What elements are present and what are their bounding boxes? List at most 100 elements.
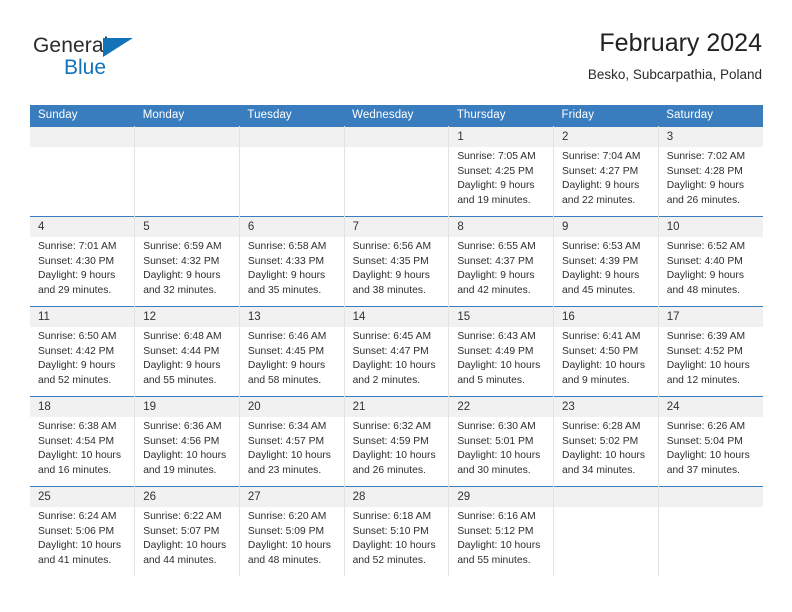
daylight-duration-line2: and 19 minutes.: [143, 464, 217, 476]
sunrise-time: Sunrise: 6:36 AM: [143, 421, 222, 432]
day-cell[interactable]: 2 Sunrise: 7:04 AM Sunset: 4:27 PM Daylight…: [553, 126, 659, 217]
day-number: [554, 487, 658, 507]
day-cell-body: Sunrise: 6:24 AM Sunset: 5:06 PM Daylight:…: [30, 507, 134, 568]
daylight-duration-line1: Daylight: 9 hours: [247, 360, 326, 372]
sunrise-time: Sunrise: 6:56 AM: [352, 241, 432, 252]
day-cell-body: Sunrise: 7:01 AM Sunset: 4:30 PM Daylight:…: [30, 237, 134, 298]
day-cell-body: Sunrise: 6:55 AM Sunset: 4:37 PM Daylight:…: [449, 237, 553, 298]
daylight-duration-line1: Daylight: 10 hours: [352, 540, 436, 552]
day-cell[interactable]: 18 Sunrise: 6:38 AM Sunset: 4:54 PM Dayligh…: [30, 396, 136, 487]
day-cell[interactable]: 5 Sunrise: 6:59 AM Sunset: 4:32 PM Daylight…: [134, 216, 240, 307]
sunset-time: Sunset: 5:02 PM: [562, 435, 639, 447]
day-cell[interactable]: 10 Sunrise: 6:52 AM Sunset: 4:40 PM Dayligh…: [658, 216, 763, 307]
day-cell[interactable]: 27 Sunrise: 6:20 AM Sunset: 5:09 PM Dayligh…: [239, 486, 345, 576]
day-cell[interactable]: 7 Sunrise: 6:56 AM Sunset: 4:35 PM Daylight…: [344, 216, 450, 307]
sunrise-time: Sunrise: 6:52 AM: [666, 241, 746, 252]
day-cell[interactable]: 16 Sunrise: 6:41 AM Sunset: 4:50 PM Dayligh…: [553, 306, 659, 397]
weekday-header-saturday: Saturday: [658, 105, 763, 127]
day-cell-body: [554, 507, 658, 510]
daylight-duration-line1: Daylight: 10 hours: [666, 360, 750, 372]
sunrise-time: Sunrise: 6:18 AM: [352, 511, 432, 522]
day-cell-body: [30, 147, 134, 150]
day-cell[interactable]: 6 Sunrise: 6:58 AM Sunset: 4:33 PM Daylight…: [239, 216, 345, 307]
day-number: 3: [658, 127, 763, 147]
day-cell[interactable]: 4 Sunrise: 7:01 AM Sunset: 4:30 PM Daylight…: [30, 216, 136, 307]
day-cell[interactable]: 28 Sunrise: 6:18 AM Sunset: 5:10 PM Dayligh…: [344, 486, 450, 576]
day-number: 17: [658, 307, 763, 327]
sunset-time: Sunset: 4:45 PM: [247, 345, 325, 357]
day-cell[interactable]: 24 Sunrise: 6:26 AM Sunset: 5:04 PM Dayligh…: [658, 396, 763, 487]
day-cell[interactable]: 13 Sunrise: 6:46 AM Sunset: 4:45 PM Dayligh…: [239, 306, 345, 397]
day-cell[interactable]: 15 Sunrise: 6:43 AM Sunset: 4:49 PM Dayligh…: [448, 306, 555, 397]
day-number: 22: [449, 397, 554, 417]
general-blue-logo[interactable]: General Blue: [33, 34, 213, 92]
day-cell[interactable]: 9 Sunrise: 6:53 AM Sunset: 4:39 PM Daylight…: [553, 216, 659, 307]
calendar-week-row: 18 Sunrise: 6:38 AM Sunset: 4:54 PM Dayligh…: [30, 396, 763, 487]
daylight-duration-line2: and 52 minutes.: [352, 554, 426, 566]
day-cell[interactable]: 19 Sunrise: 6:36 AM Sunset: 4:56 PM Dayligh…: [134, 396, 240, 487]
day-cell-body: Sunrise: 6:56 AM Sunset: 4:35 PM Daylight:…: [345, 237, 449, 298]
sunset-time: Sunset: 4:33 PM: [247, 255, 325, 267]
day-cell[interactable]: 1 Sunrise: 7:05 AM Sunset: 4:25 PM Daylight…: [448, 126, 555, 217]
sunset-time: Sunset: 4:54 PM: [38, 435, 115, 447]
daylight-duration-line1: Daylight: 10 hours: [143, 540, 227, 552]
daylight-duration-line1: Daylight: 10 hours: [666, 450, 750, 462]
day-number: 19: [135, 397, 239, 417]
day-cell-body: Sunrise: 6:36 AM Sunset: 4:56 PM Daylight:…: [135, 417, 239, 478]
day-cell[interactable]: 17 Sunrise: 6:39 AM Sunset: 4:52 PM Dayligh…: [658, 306, 763, 397]
daylight-duration-line2: and 48 minutes.: [247, 554, 322, 566]
day-cell-body: Sunrise: 6:34 AM Sunset: 4:57 PM Daylight:…: [240, 417, 344, 478]
sunrise-time: Sunrise: 6:43 AM: [457, 331, 536, 342]
day-number: [658, 487, 763, 507]
daylight-duration-line2: and 26 minutes.: [352, 464, 426, 476]
day-number: [135, 127, 239, 147]
sunrise-time: Sunrise: 6:28 AM: [562, 421, 641, 432]
daylight-duration-line2: and 44 minutes.: [143, 554, 217, 566]
day-cell-empty: [239, 126, 345, 217]
sunrise-time: Sunrise: 6:55 AM: [457, 241, 536, 252]
weekday-header-row: Sunday Monday Tuesday Wednesday Thursday…: [30, 105, 763, 127]
day-cell-body: Sunrise: 6:30 AM Sunset: 5:01 PM Daylight:…: [449, 417, 553, 478]
day-cell[interactable]: 3 Sunrise: 7:02 AM Sunset: 4:28 PM Daylight…: [658, 126, 763, 217]
sunrise-time: Sunrise: 6:53 AM: [562, 241, 641, 252]
calendar-week-row: 11 Sunrise: 6:50 AM Sunset: 4:42 PM Dayligh…: [30, 306, 763, 397]
daylight-duration-line2: and 12 minutes.: [666, 374, 740, 386]
day-cell-body: Sunrise: 6:38 AM Sunset: 4:54 PM Daylight:…: [30, 417, 134, 478]
day-cell[interactable]: 23 Sunrise: 6:28 AM Sunset: 5:02 PM Dayligh…: [553, 396, 659, 487]
day-cell-body: Sunrise: 6:20 AM Sunset: 5:09 PM Daylight:…: [240, 507, 344, 568]
day-number: 14: [344, 307, 449, 327]
day-cell[interactable]: 21 Sunrise: 6:32 AM Sunset: 4:59 PM Dayligh…: [344, 396, 450, 487]
daylight-duration-line2: and 55 minutes.: [143, 374, 217, 386]
sunset-time: Sunset: 5:10 PM: [352, 525, 429, 537]
sunrise-time: Sunrise: 6:46 AM: [247, 331, 327, 342]
sunset-time: Sunset: 4:25 PM: [457, 165, 534, 177]
sunset-time: Sunset: 4:28 PM: [666, 165, 743, 177]
day-cell[interactable]: 25 Sunrise: 6:24 AM Sunset: 5:06 PM Dayligh…: [30, 486, 136, 576]
daylight-duration-line2: and 5 minutes.: [457, 374, 525, 386]
weekday-header-wednesday: Wednesday: [344, 105, 449, 127]
sunset-time: Sunset: 5:09 PM: [247, 525, 325, 537]
calendar-page: General Blue February 2024 Besko, Subcar…: [0, 0, 792, 612]
daylight-duration-line1: Daylight: 10 hours: [457, 450, 541, 462]
day-cell[interactable]: 20 Sunrise: 6:34 AM Sunset: 4:57 PM Dayligh…: [239, 396, 345, 487]
day-cell[interactable]: 29 Sunrise: 6:16 AM Sunset: 5:12 PM Dayligh…: [448, 486, 555, 576]
daylight-duration-line1: Daylight: 10 hours: [457, 360, 541, 372]
calendar-week-row: 25 Sunrise: 6:24 AM Sunset: 5:06 PM Dayligh…: [30, 486, 763, 576]
day-cell[interactable]: 11 Sunrise: 6:50 AM Sunset: 4:42 PM Dayligh…: [30, 306, 136, 397]
sunset-time: Sunset: 5:04 PM: [666, 435, 743, 447]
daylight-duration-line2: and 42 minutes.: [457, 284, 531, 296]
daylight-duration-line1: Daylight: 9 hours: [666, 180, 744, 192]
day-cell[interactable]: 8 Sunrise: 6:55 AM Sunset: 4:37 PM Daylight…: [448, 216, 555, 307]
weekday-header-friday: Friday: [553, 105, 659, 127]
sunset-time: Sunset: 4:49 PM: [457, 345, 534, 357]
day-cell-body: Sunrise: 6:46 AM Sunset: 4:45 PM Daylight:…: [240, 327, 344, 388]
day-cell[interactable]: 14 Sunrise: 6:45 AM Sunset: 4:47 PM Dayligh…: [344, 306, 450, 397]
day-cell-body: Sunrise: 6:45 AM Sunset: 4:47 PM Daylight:…: [345, 327, 449, 388]
day-cell[interactable]: 12 Sunrise: 6:48 AM Sunset: 4:44 PM Dayligh…: [134, 306, 240, 397]
day-number: 8: [449, 217, 554, 237]
sunset-time: Sunset: 5:07 PM: [143, 525, 220, 537]
day-cell[interactable]: 22 Sunrise: 6:30 AM Sunset: 5:01 PM Dayligh…: [448, 396, 555, 487]
daylight-duration-line1: Daylight: 10 hours: [457, 540, 541, 552]
day-cell-body: [345, 147, 449, 150]
day-cell[interactable]: 26 Sunrise: 6:22 AM Sunset: 5:07 PM Dayligh…: [134, 486, 240, 576]
